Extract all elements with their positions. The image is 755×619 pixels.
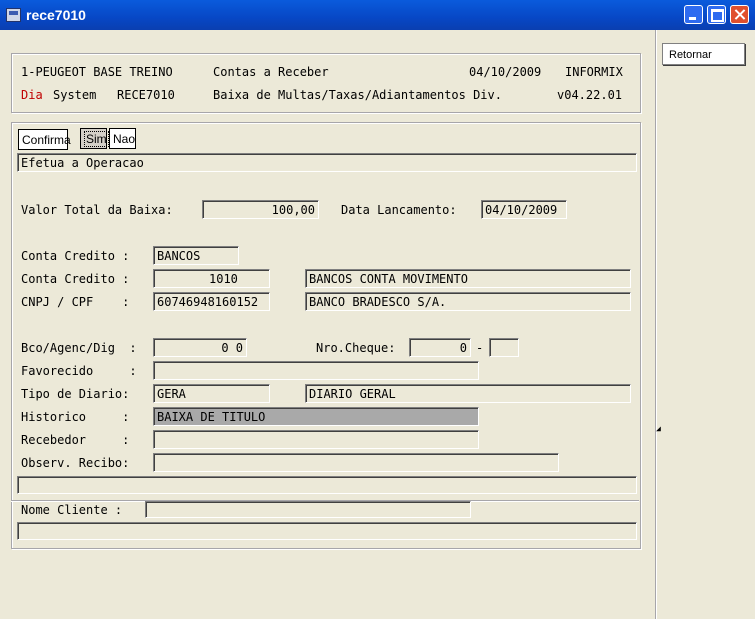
tipo-diario-field[interactable]: GERA xyxy=(153,384,270,403)
app-icon xyxy=(6,8,21,22)
tipo-diario-label: Tipo de Diario: xyxy=(21,387,130,401)
observ-recibo-label: Observ. Recibo: xyxy=(21,456,130,470)
status-bar-top xyxy=(17,476,637,494)
valor-field[interactable]: 100,00 xyxy=(202,200,319,219)
confirm-prompt-label: Confirma xyxy=(18,129,71,150)
maximize-button[interactable] xyxy=(707,5,726,24)
cheque-digit-field[interactable] xyxy=(489,338,519,357)
program-description: Baixa de Multas/Taxas/Adiantamentos Div. xyxy=(213,88,502,102)
bco-agenc-label: Bco/Agenc/Dig : xyxy=(21,341,137,355)
favorecido-label: Favorecido : xyxy=(21,364,137,378)
conta-credito-code-field[interactable]: 1010 xyxy=(153,269,270,288)
no-button[interactable]: Nao xyxy=(109,128,136,149)
observ-recibo-field[interactable] xyxy=(153,453,559,472)
recebedor-field[interactable] xyxy=(153,430,479,449)
valor-label: Valor Total da Baixa: xyxy=(21,203,173,217)
nome-cliente-field xyxy=(145,501,471,518)
system-label: System xyxy=(53,88,97,102)
cnpj-field[interactable]: 60746948160152 xyxy=(153,292,270,311)
cheque-field[interactable]: 0 xyxy=(409,338,471,357)
data-lancamento-field[interactable]: 04/10/2009 xyxy=(481,200,567,219)
status-bar-bottom xyxy=(17,522,637,540)
bco-agenc-field[interactable]: 0 0 xyxy=(153,338,247,357)
window-title: rece7010 xyxy=(26,7,86,23)
program-code: RECE7010 xyxy=(117,88,175,102)
cheque-label: Nro.Cheque: xyxy=(316,341,396,355)
retornar-button[interactable]: Retornar xyxy=(662,43,745,65)
conta-credito-field[interactable]: BANCOS xyxy=(153,246,239,265)
cnpj-name-field: BANCO BRADESCO S/A. xyxy=(305,292,631,311)
tipo-diario-description: DIARIO GERAL xyxy=(305,384,631,403)
panel-marker-icon: ◢ xyxy=(656,424,661,433)
historico-field[interactable]: BAIXA DE TITULO xyxy=(153,407,479,426)
yes-button-label: Sim xyxy=(84,131,109,147)
version-label: v04.22.01 xyxy=(557,88,623,102)
favorecido-field[interactable] xyxy=(153,361,479,380)
database-name: INFORMIX xyxy=(565,65,623,79)
cnpj-label: CNPJ / CPF : xyxy=(21,295,130,309)
day-label: Dia xyxy=(21,88,43,102)
conta-credito-description: BANCOS CONTA MOVIMENTO xyxy=(305,269,631,288)
module-name: Contas a Receber xyxy=(213,65,329,79)
title-bar: rece7010 xyxy=(0,0,755,30)
data-lancamento-label: Data Lancamento: xyxy=(341,203,457,217)
conta-credito-code-label: Conta Credito : xyxy=(21,272,130,286)
header-date: 04/10/2009 xyxy=(469,65,542,79)
minimize-button[interactable] xyxy=(684,5,703,24)
side-panel xyxy=(656,30,755,619)
historico-label: Historico : xyxy=(21,410,130,424)
conta-credito-label: Conta Credito : xyxy=(21,249,130,263)
header-panel xyxy=(11,53,641,113)
recebedor-label: Recebedor : xyxy=(21,433,130,447)
company-name: 1-PEUGEOT BASE TREINO xyxy=(21,65,173,79)
message-bar: Efetua a Operacao xyxy=(17,153,637,172)
close-button[interactable] xyxy=(730,5,749,24)
yes-button[interactable]: Sim xyxy=(80,128,109,149)
nome-cliente-label: Nome Cliente : xyxy=(21,503,123,517)
cheque-separator: - xyxy=(476,341,484,355)
